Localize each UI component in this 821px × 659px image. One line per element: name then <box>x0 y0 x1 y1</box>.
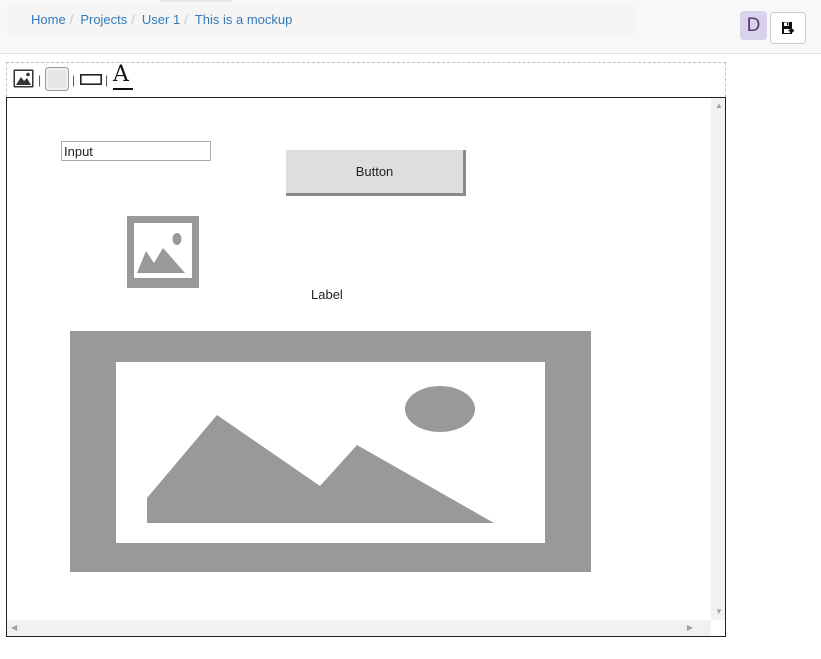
toolbar-separator: | <box>105 73 109 87</box>
breadcrumb-user[interactable]: User 1 <box>142 12 180 27</box>
save-export-icon <box>782 22 795 34</box>
scroll-right-arrow-icon[interactable]: ▶ <box>687 624 693 632</box>
breadcrumb-separator: / <box>184 12 188 27</box>
breadcrumb-separator: / <box>131 12 135 27</box>
mockup-label: Label <box>311 287 343 302</box>
user-avatar[interactable]: D <box>740 11 767 40</box>
toolbar-separator: | <box>38 73 42 87</box>
image-placeholder-large[interactable] <box>70 331 591 572</box>
top-strip <box>160 0 232 2</box>
scroll-up-arrow-icon[interactable]: ▲ <box>715 102 723 110</box>
breadcrumb-mockup[interactable]: This is a mockup <box>195 12 293 27</box>
top-bar: Home / Projects / User 1 / This is a moc… <box>0 0 821 54</box>
breadcrumb-home[interactable]: Home <box>31 12 66 27</box>
component-toolbar: | | | A <box>6 62 726 97</box>
breadcrumb-separator: / <box>69 12 74 27</box>
horizontal-scrollbar[interactable]: ◀ ▶ <box>7 620 711 636</box>
label-tool-icon[interactable]: A <box>113 63 133 90</box>
button-tool-icon[interactable] <box>45 67 69 94</box>
mockup-input[interactable] <box>61 141 211 161</box>
vertical-scrollbar[interactable]: ▲ ▼ <box>711 98 725 620</box>
save-button[interactable] <box>770 12 806 44</box>
breadcrumb: Home / Projects / User 1 / This is a moc… <box>7 4 635 35</box>
label-tool-glyph: A <box>113 62 129 87</box>
scroll-left-arrow-icon[interactable]: ◀ <box>11 624 17 632</box>
toolbar-separator: | <box>72 73 76 87</box>
input-tool-icon[interactable] <box>80 73 102 88</box>
image-tool-icon[interactable] <box>13 69 34 91</box>
breadcrumb-projects[interactable]: Projects <box>80 12 127 27</box>
mockup-canvas[interactable]: Button Label ▲ ▼ ◀ ▶ <box>6 97 726 637</box>
mockup-button[interactable]: Button <box>286 150 466 196</box>
image-placeholder-small[interactable] <box>127 216 199 288</box>
scroll-down-arrow-icon[interactable]: ▼ <box>715 608 723 616</box>
